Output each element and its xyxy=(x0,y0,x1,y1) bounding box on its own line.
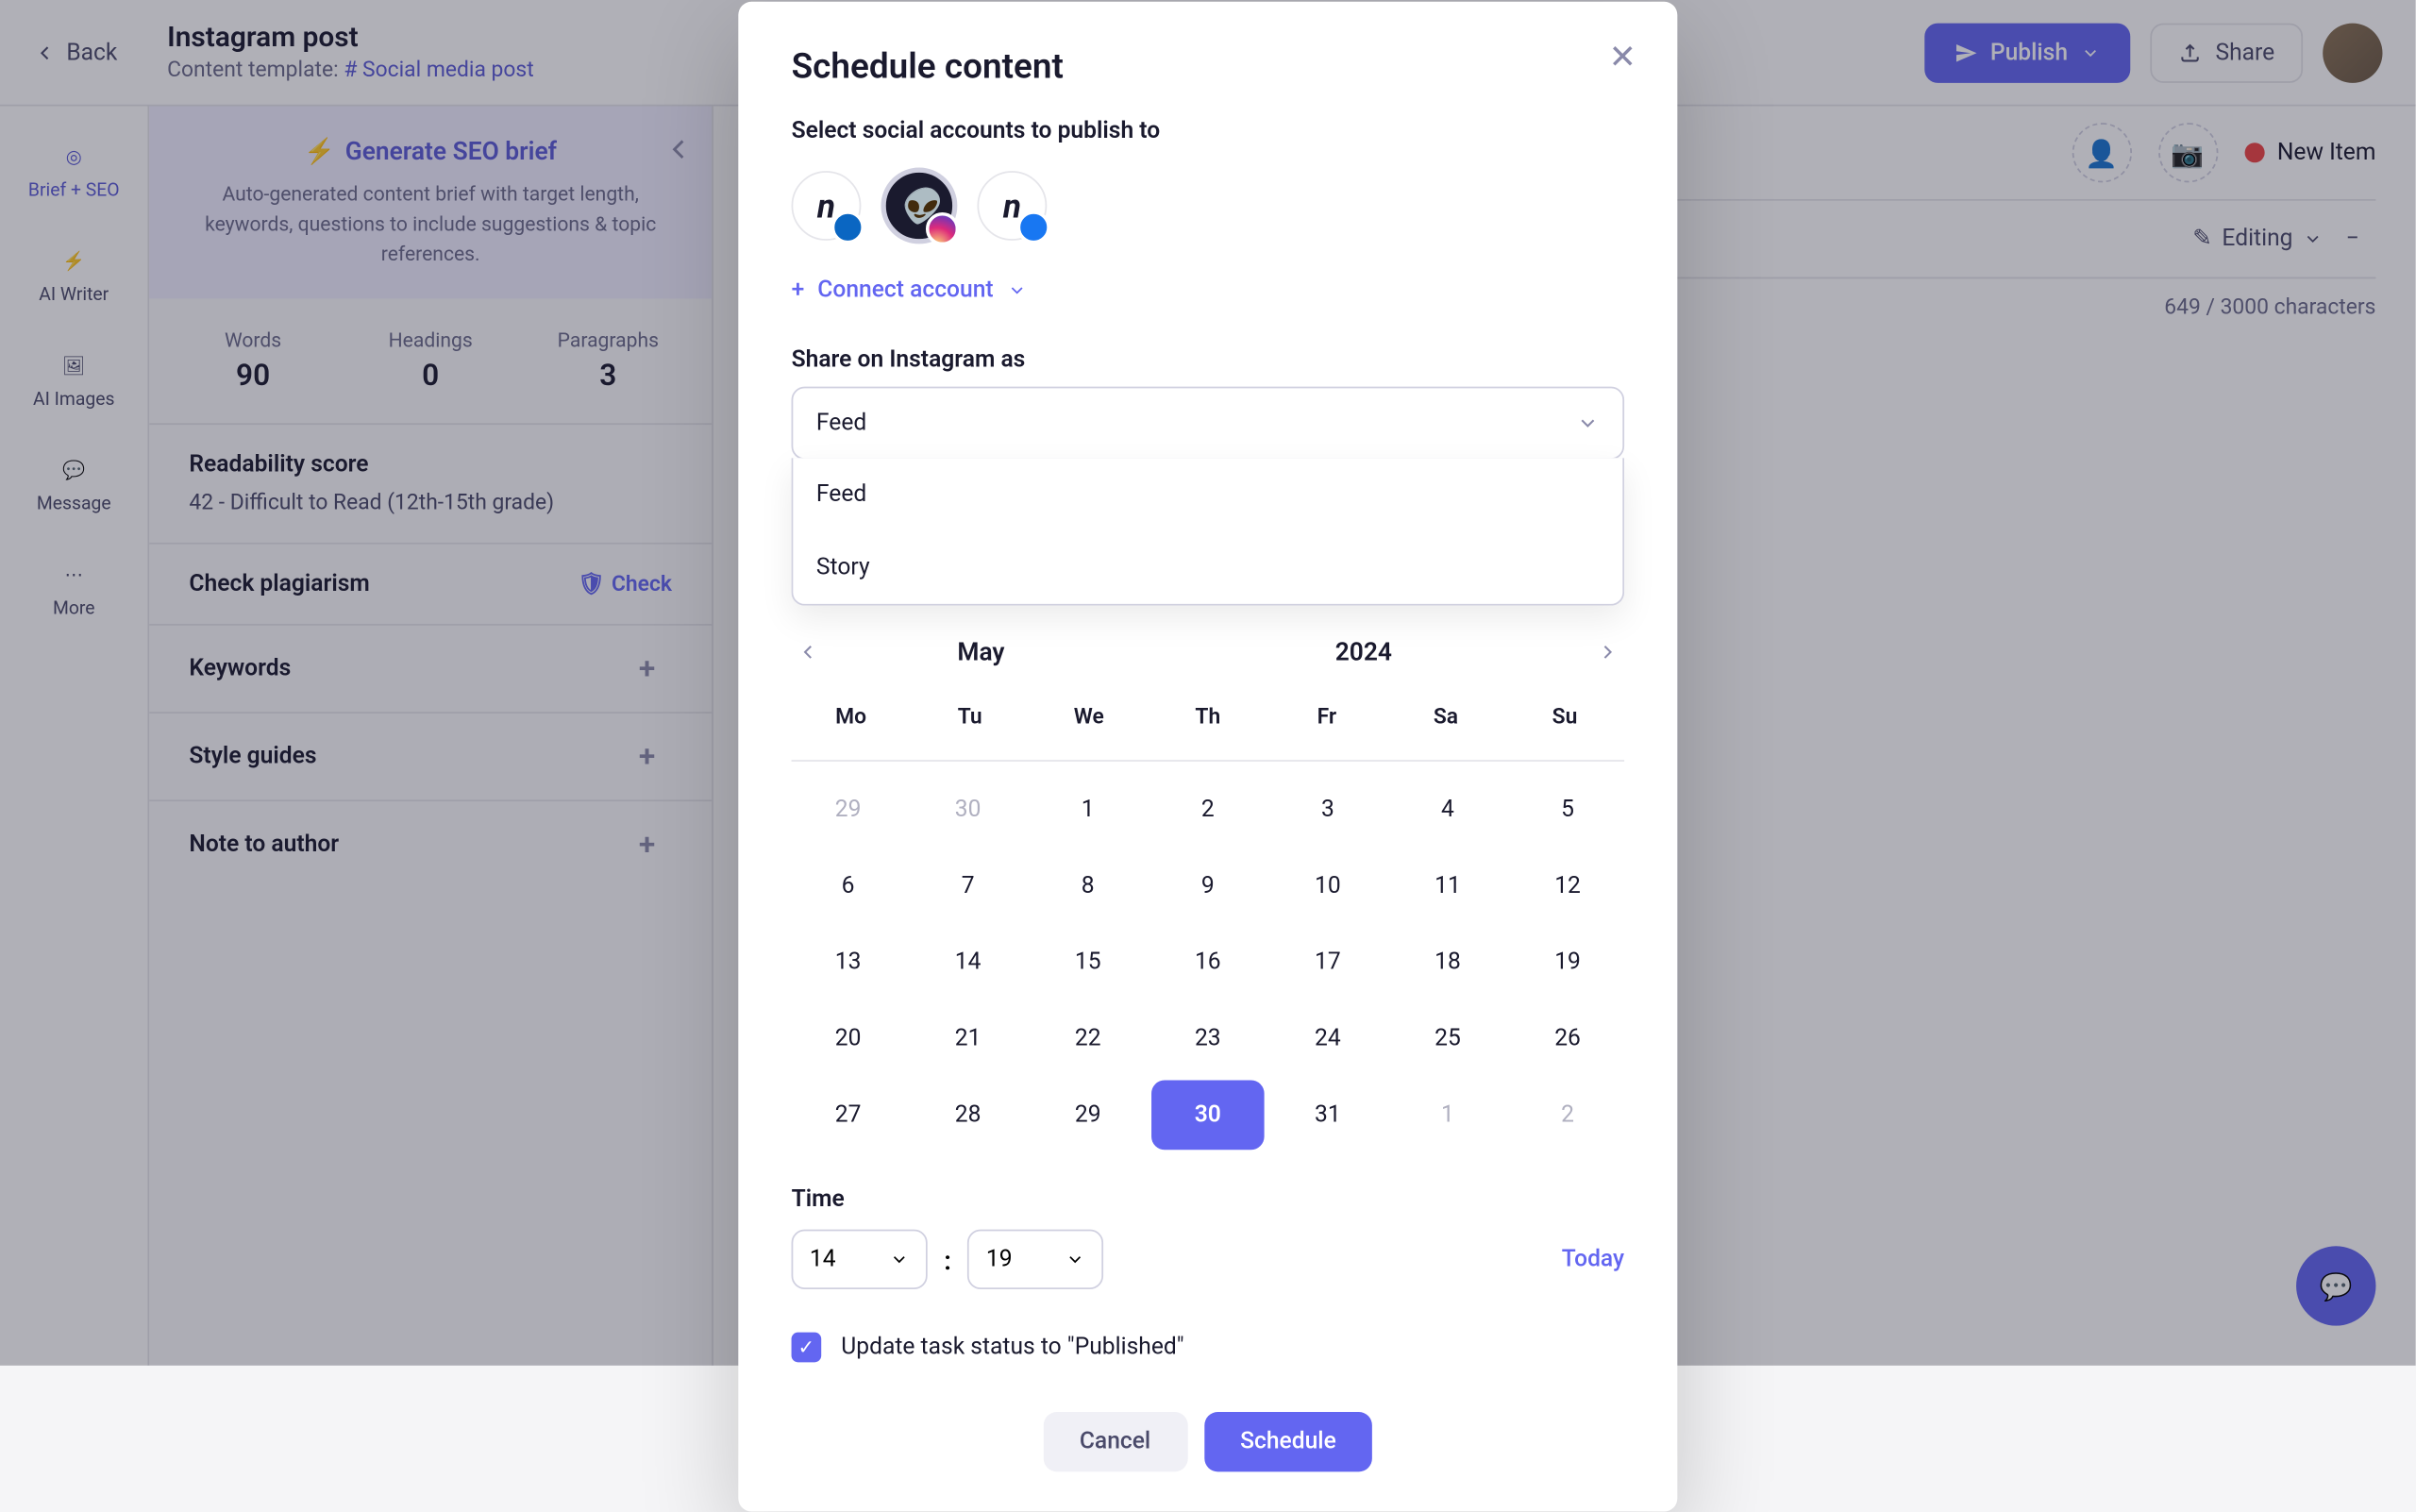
update-status-row: ✓ Update task status to "Published" xyxy=(792,1333,1625,1363)
calendar-day[interactable]: 30 xyxy=(912,775,1025,845)
calendar-day[interactable]: 5 xyxy=(1511,775,1624,845)
share-as-label: Share on Instagram as xyxy=(792,346,1625,373)
calendar-day[interactable]: 29 xyxy=(1032,1080,1145,1150)
calendar-day[interactable]: 23 xyxy=(1151,1004,1265,1074)
calendar-day[interactable]: 15 xyxy=(1032,928,1145,998)
calendar-day[interactable]: 26 xyxy=(1511,1004,1624,1074)
time-separator: : xyxy=(944,1244,951,1275)
calendar-dow: Mo xyxy=(792,692,911,743)
chevron-down-icon xyxy=(1065,1250,1085,1269)
calendar-prev-button[interactable] xyxy=(792,635,825,668)
calendar-day[interactable]: 19 xyxy=(1511,928,1624,998)
calendar-dow: Fr xyxy=(1267,692,1386,743)
chevron-down-icon xyxy=(1007,280,1027,300)
calendar-dow: Sa xyxy=(1386,692,1505,743)
calendar-day[interactable]: 1 xyxy=(1391,1080,1504,1150)
calendar-dow: Tu xyxy=(911,692,1030,743)
dropdown-option-story[interactable]: Story xyxy=(793,531,1622,604)
calendar-day[interactable]: 21 xyxy=(912,1004,1025,1074)
calendar-day[interactable]: 7 xyxy=(912,851,1025,921)
calendar-day[interactable]: 28 xyxy=(912,1080,1025,1150)
calendar-day[interactable]: 12 xyxy=(1511,851,1624,921)
schedule-button[interactable]: Schedule xyxy=(1203,1412,1372,1471)
calendar-year: 2024 xyxy=(1335,637,1392,667)
schedule-content-modal: ✕ Schedule content Select social account… xyxy=(738,2,1677,1512)
calendar-dow-row: MoTuWeThFrSaSu xyxy=(792,692,1625,762)
calendar-day[interactable]: 16 xyxy=(1151,928,1265,998)
calendar-day[interactable]: 10 xyxy=(1271,851,1384,921)
account-instagram[interactable]: 👽 xyxy=(884,171,954,241)
calendar-day[interactable]: 11 xyxy=(1391,851,1504,921)
close-icon: ✕ xyxy=(1609,37,1636,76)
calendar-dow: We xyxy=(1030,692,1149,743)
share-as-dropdown: Feed Story xyxy=(792,458,1625,605)
calendar-day[interactable]: 2 xyxy=(1511,1080,1624,1150)
modal-actions: Cancel Schedule xyxy=(792,1412,1625,1471)
calendar-day[interactable]: 22 xyxy=(1032,1004,1145,1074)
calendar-body: 2930123456789101112131415161718192021222… xyxy=(792,775,1625,1150)
check-icon: ✓ xyxy=(798,1336,815,1359)
close-modal-button[interactable]: ✕ xyxy=(1604,38,1641,75)
instagram-icon xyxy=(926,212,959,245)
today-button[interactable]: Today xyxy=(1562,1246,1624,1272)
share-as-select[interactable]: Feed xyxy=(792,387,1625,460)
select-accounts-label: Select social accounts to publish to xyxy=(792,118,1625,144)
calendar-next-button[interactable] xyxy=(1591,635,1624,668)
calendar-month: May xyxy=(957,637,1004,667)
social-accounts-row: n 👽 n xyxy=(792,171,1625,241)
chevron-down-icon xyxy=(1576,412,1600,435)
calendar-day[interactable]: 3 xyxy=(1271,775,1384,845)
modal-title: Schedule content xyxy=(792,48,1625,88)
calendar-day[interactable]: 17 xyxy=(1271,928,1384,998)
chevron-right-icon xyxy=(1596,641,1619,664)
calendar-day[interactable]: 24 xyxy=(1271,1004,1384,1074)
chevron-left-icon xyxy=(797,641,820,664)
time-row: 14 : 19 Today xyxy=(792,1230,1625,1289)
calendar-day[interactable]: 29 xyxy=(792,775,905,845)
time-minute-select[interactable]: 19 xyxy=(968,1230,1104,1289)
account-linkedin[interactable]: n xyxy=(792,171,862,241)
facebook-icon xyxy=(1017,210,1050,244)
calendar-dow: Su xyxy=(1505,692,1624,743)
plus-icon: + xyxy=(792,277,805,304)
cancel-button[interactable]: Cancel xyxy=(1043,1412,1187,1471)
calendar-dow: Th xyxy=(1149,692,1267,743)
calendar-day[interactable]: 9 xyxy=(1151,851,1265,921)
calendar-day[interactable]: 14 xyxy=(912,928,1025,998)
chevron-down-icon xyxy=(889,1250,909,1269)
time-hour-select[interactable]: 14 xyxy=(792,1230,928,1289)
connect-account-button[interactable]: + Connect account xyxy=(792,277,1625,304)
calendar-day[interactable]: 13 xyxy=(792,928,905,998)
update-status-checkbox[interactable]: ✓ xyxy=(792,1333,822,1363)
account-facebook[interactable]: n xyxy=(977,171,1047,241)
calendar-day[interactable]: 2 xyxy=(1151,775,1265,845)
linkedin-icon xyxy=(831,210,864,244)
calendar-day[interactable]: 6 xyxy=(792,851,905,921)
calendar-day[interactable]: 20 xyxy=(792,1004,905,1074)
update-status-label: Update task status to "Published" xyxy=(841,1334,1183,1360)
calendar-header: May 2024 xyxy=(792,635,1625,668)
calendar-day[interactable]: 30 xyxy=(1151,1080,1265,1150)
time-label: Time xyxy=(792,1186,1625,1213)
calendar-day[interactable]: 1 xyxy=(1032,775,1145,845)
calendar-day[interactable]: 31 xyxy=(1271,1080,1384,1150)
calendar-day[interactable]: 8 xyxy=(1032,851,1145,921)
calendar-day[interactable]: 27 xyxy=(792,1080,905,1150)
share-as-value: Feed xyxy=(816,410,866,436)
calendar-day[interactable]: 25 xyxy=(1391,1004,1504,1074)
calendar-day[interactable]: 4 xyxy=(1391,775,1504,845)
dropdown-option-feed[interactable]: Feed xyxy=(793,458,1622,530)
calendar-day[interactable]: 18 xyxy=(1391,928,1504,998)
